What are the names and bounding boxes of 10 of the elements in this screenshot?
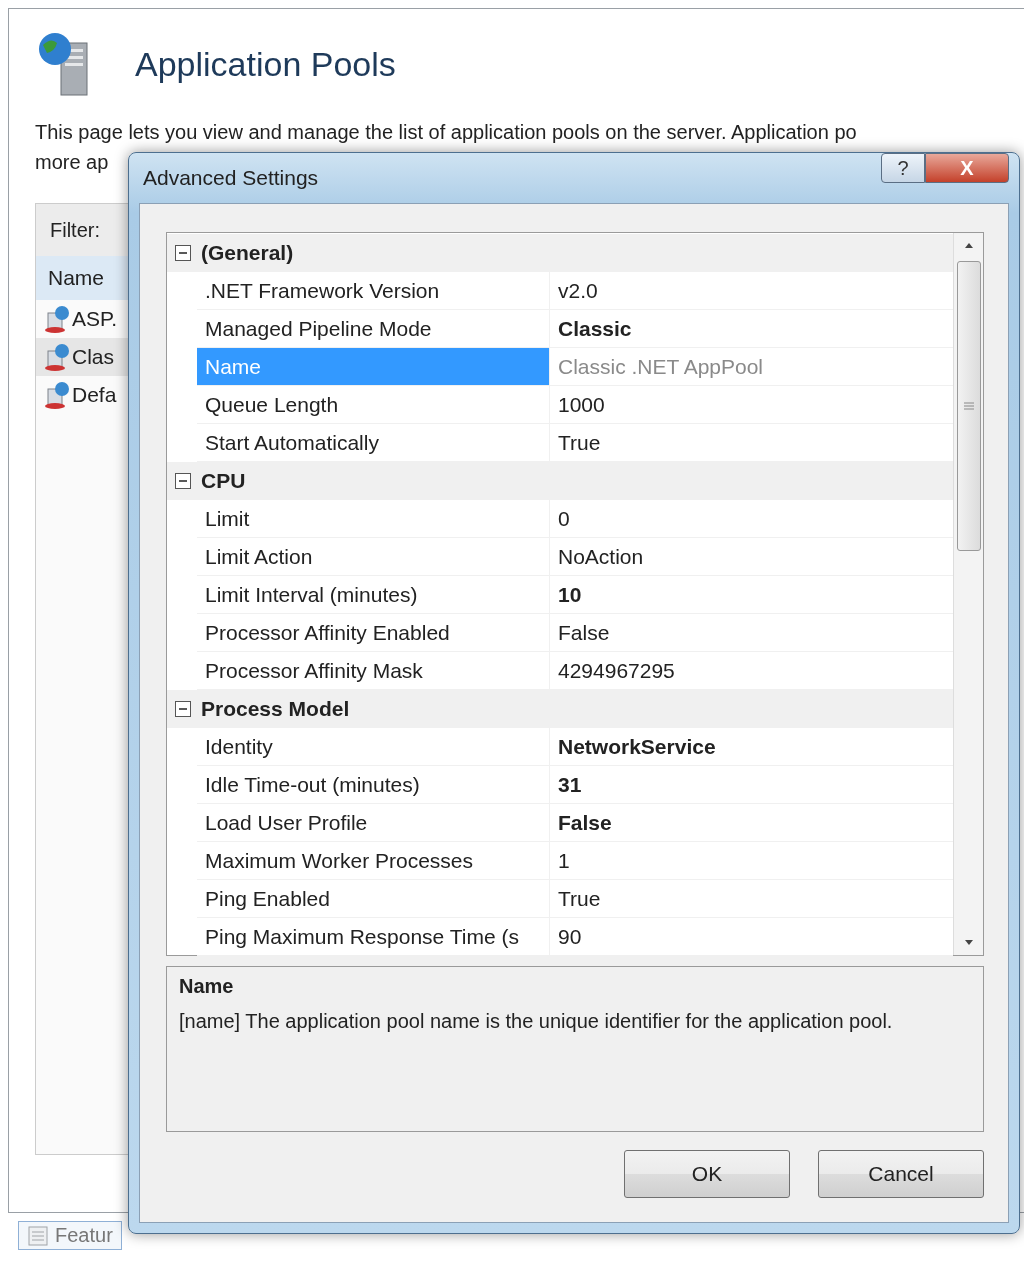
category-label: Process Model [201, 697, 350, 721]
page-title: Application Pools [135, 44, 396, 84]
dialog-title: Advanced Settings [143, 166, 319, 190]
filter-label: Filter: [50, 218, 100, 242]
description-text: This page lets you view and manage the list of application pools on the server. Application po [35, 120, 857, 145]
description-text: more ap [35, 150, 109, 175]
category-label: (General) [201, 241, 294, 265]
category-label: CPU [201, 469, 246, 493]
description-title: Name [179, 975, 235, 998]
description-text: [name] The application pool name is the unique identifier for the application pool. [179, 1009, 894, 1034]
